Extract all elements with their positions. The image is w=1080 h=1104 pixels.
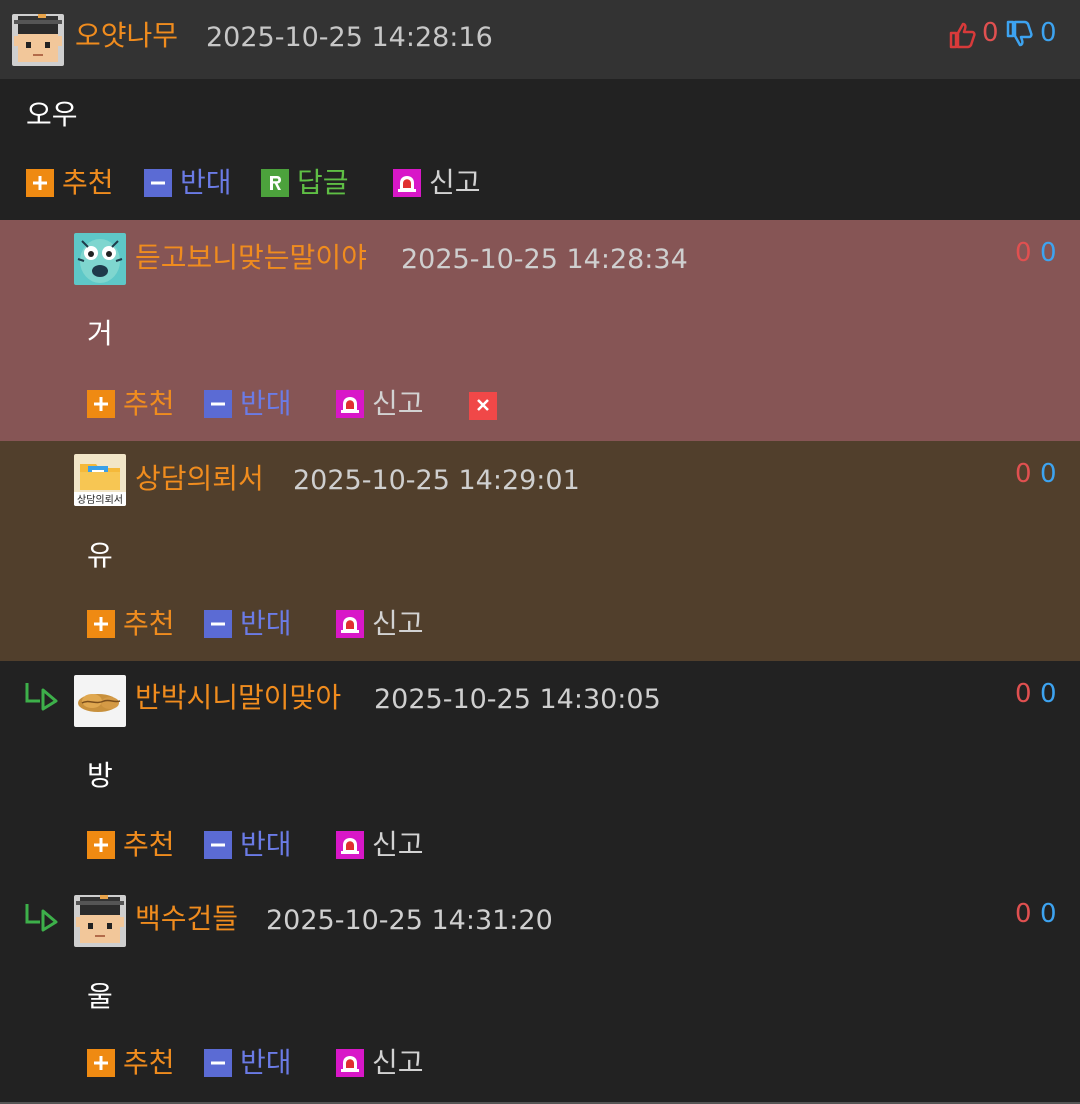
report-label: 신고 [429,166,481,199]
oppose-label: 반대 [240,607,292,640]
recommend-label: 추천 [123,828,175,861]
report-label: 신고 [372,828,424,861]
reply-label: 답글 [297,166,349,199]
minus-icon [144,169,172,197]
reply-r-icon [261,169,289,197]
upvote-count[interactable]: 0 [1015,238,1032,268]
recommend-label: 추천 [62,166,114,199]
upvote-count[interactable]: 0 [1015,899,1032,929]
siren-icon [393,169,421,197]
comment-date: 2025-10-25 14:31:20 [266,905,553,936]
minus-icon [204,610,232,638]
close-icon [476,397,490,416]
report-button[interactable]: 신고 [336,1046,424,1080]
oppose-label: 반대 [180,166,232,199]
avatar-text: 상담의뢰서 [77,494,123,506]
nickname[interactable]: 반박시니말이맞아 [135,681,341,715]
oppose-label: 반대 [240,387,292,420]
reply-button[interactable]: 답글 [261,166,349,200]
reply-item: 상담의뢰서 상담의뢰서 2025-10-25 14:29:01 0 0 유 추천… [0,441,1080,662]
recommend-button[interactable]: 추천 [26,166,114,200]
thumbs-up-icon[interactable] [948,21,976,49]
comment-content: 유 [87,539,113,572]
comment-content: 방 [87,759,113,792]
reply-item: 듣고보니맞는말이야 2025-10-25 14:28:34 0 0 거 추천 반… [0,220,1080,441]
minus-icon [204,1049,232,1077]
comment-content: 거 [87,317,113,350]
top-comment-header: 오얏나무 2025-10-25 14:28:16 0 0 [0,0,1080,79]
recommend-button[interactable]: 추천 [87,387,175,421]
oppose-button[interactable]: 반대 [204,1046,292,1080]
downvote-count[interactable]: 0 [1040,238,1057,268]
top-comment-body: 오우 추천 반대 답글 신고 [0,79,1080,220]
upvote-count[interactable]: 0 [1015,679,1032,709]
upvote-count[interactable]: 0 [1015,459,1032,489]
avatar[interactable] [74,233,126,285]
oppose-label: 반대 [240,828,292,861]
upvote-count: 0 [982,18,999,48]
report-label: 신고 [372,607,424,640]
recommend-label: 추천 [123,1046,175,1079]
avatar[interactable]: 상담의뢰서 [74,454,126,506]
downvote-count[interactable]: 0 [1040,459,1057,489]
downvote-count: 0 [1040,18,1057,48]
oppose-button[interactable]: 반대 [144,166,232,200]
minus-icon [204,831,232,859]
minus-icon [204,390,232,418]
delete-button[interactable] [469,392,497,420]
siren-icon [336,1049,364,1077]
comment-date: 2025-10-25 14:29:01 [293,465,580,496]
oppose-button[interactable]: 반대 [204,828,292,862]
comment-content: 울 [87,980,113,1013]
siren-icon [336,831,364,859]
report-button[interactable]: 신고 [336,828,424,862]
comment-thread: 오얏나무 2025-10-25 14:28:16 0 0 오우 추천 반대 답글… [0,0,1080,1104]
report-button[interactable]: 신고 [336,387,424,421]
reply-item: 반박시니말이맞아 2025-10-25 14:30:05 0 0 방 추천 반대… [0,661,1080,882]
plus-icon [87,610,115,638]
thumbs-down-icon[interactable] [1005,20,1033,48]
report-label: 신고 [372,1046,424,1079]
downvote-count[interactable]: 0 [1040,899,1057,929]
nickname[interactable]: 듣고보니맞는말이야 [135,241,367,275]
avatar[interactable] [74,675,126,727]
siren-icon [336,390,364,418]
recommend-label: 추천 [123,387,175,420]
plus-icon [26,169,54,197]
comment-date: 2025-10-25 14:28:34 [401,244,688,275]
recommend-button[interactable]: 추천 [87,1046,175,1080]
plus-icon [87,831,115,859]
reply-arrow-icon [24,681,60,711]
comment-date: 2025-10-25 14:30:05 [374,684,661,715]
nickname[interactable]: 오얏나무 [75,19,178,53]
recommend-label: 추천 [123,607,175,640]
reply-item: 백수건들 2025-10-25 14:31:20 0 0 울 추천 반대 신고 [0,882,1080,1104]
report-button[interactable]: 신고 [336,607,424,641]
recommend-button[interactable]: 추천 [87,607,175,641]
avatar[interactable] [12,14,64,66]
nickname[interactable]: 백수건들 [135,902,238,936]
reply-arrow-icon [24,902,60,932]
oppose-button[interactable]: 반대 [204,607,292,641]
oppose-button[interactable]: 반대 [204,387,292,421]
siren-icon [336,610,364,638]
report-label: 신고 [372,387,424,420]
avatar[interactable] [74,895,126,947]
plus-icon [87,1049,115,1077]
oppose-label: 반대 [240,1046,292,1079]
comment-content: 오우 [26,98,78,131]
nickname[interactable]: 상담의뢰서 [135,462,264,496]
report-button[interactable]: 신고 [393,166,481,200]
comment-date: 2025-10-25 14:28:16 [206,22,493,53]
downvote-count[interactable]: 0 [1040,679,1057,709]
recommend-button[interactable]: 추천 [87,828,175,862]
plus-icon [87,390,115,418]
